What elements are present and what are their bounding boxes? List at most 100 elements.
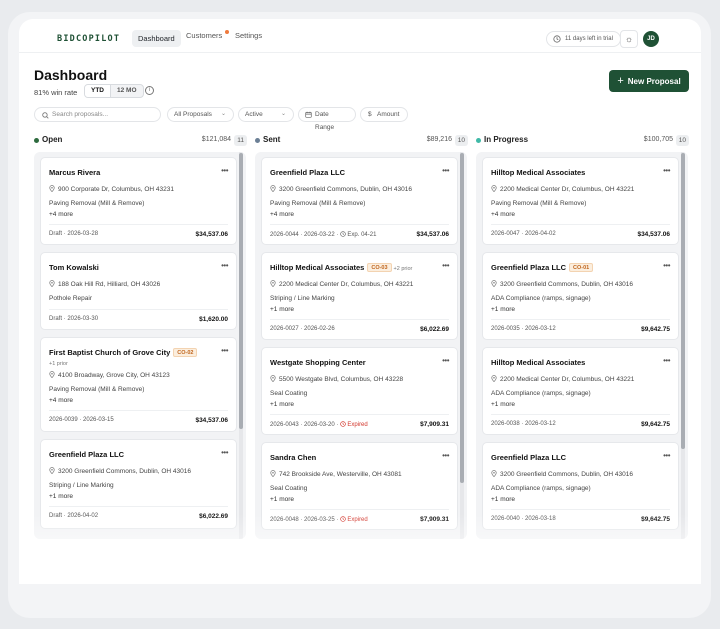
more-options-icon[interactable]: ••• bbox=[221, 166, 228, 175]
scrollbar-thumb[interactable] bbox=[460, 153, 464, 483]
map-pin-icon bbox=[270, 185, 276, 193]
chevron-down-icon: ⌄ bbox=[280, 111, 286, 117]
proposal-card[interactable]: Hilltop Medical Associates ••• 2200 Medi… bbox=[482, 347, 679, 435]
card-more[interactable]: +1 more bbox=[49, 493, 73, 500]
proposal-card[interactable]: Marcus Rivera ••• 900 Corporate Dr, Colu… bbox=[40, 157, 237, 245]
card-amount: $6,022.69 bbox=[199, 513, 228, 520]
top-navigation-bar: BIDCOPILOT Dashboard Customers Settings … bbox=[19, 19, 701, 53]
card-more[interactable]: +4 more bbox=[49, 397, 73, 404]
card-more[interactable]: +1 more bbox=[491, 496, 515, 503]
more-options-icon[interactable]: ••• bbox=[221, 261, 228, 270]
card-divider bbox=[270, 509, 449, 510]
period-12mo[interactable]: 12 MO bbox=[111, 85, 143, 97]
card-more[interactable]: +4 more bbox=[270, 211, 294, 218]
more-options-icon[interactable]: ••• bbox=[221, 448, 228, 457]
card-more[interactable]: +1 more bbox=[491, 401, 515, 408]
scrollbar-thumb[interactable] bbox=[239, 153, 243, 429]
card-divider bbox=[270, 224, 449, 225]
card-address: 3200 Greenfield Commons, Dublin, OH 4301… bbox=[491, 470, 633, 478]
more-options-icon[interactable]: ••• bbox=[221, 346, 228, 355]
card-divider bbox=[491, 414, 670, 415]
column-header-sent: Sent $89,216 10 bbox=[255, 135, 468, 147]
proposal-card[interactable]: Sandra Chen ••• 742 Brookside Ave, Weste… bbox=[261, 442, 458, 530]
date-range-label: Date Range bbox=[315, 111, 335, 131]
nav-settings[interactable]: Settings bbox=[235, 31, 262, 40]
card-amount: $9,642.75 bbox=[641, 516, 670, 523]
nav-customers[interactable]: Customers bbox=[186, 31, 222, 40]
card-amount: $7,909.31 bbox=[420, 516, 449, 523]
card-service: Paving Removal (Mill & Remove) bbox=[491, 200, 587, 207]
info-icon[interactable]: i bbox=[145, 86, 154, 95]
status-dropdown[interactable]: Active ⌄ bbox=[238, 107, 294, 122]
card-address: 5500 Westgate Blvd, Columbus, OH 43228 bbox=[270, 375, 403, 383]
card-service: Striping / Line Marking bbox=[49, 482, 114, 489]
theme-toggle-button[interactable]: ☼ bbox=[620, 30, 638, 48]
plus-icon: + bbox=[617, 75, 624, 87]
status-dot bbox=[34, 138, 39, 143]
more-options-icon[interactable]: ••• bbox=[442, 451, 449, 460]
scrollbar-thumb[interactable] bbox=[681, 153, 685, 449]
proposal-card[interactable]: First Baptist Church of Grove City CO-02 … bbox=[40, 337, 237, 432]
map-pin-icon bbox=[49, 467, 55, 475]
card-more[interactable]: +1 more bbox=[270, 306, 294, 313]
app-logo[interactable]: BIDCOPILOT bbox=[57, 34, 120, 44]
new-proposal-button[interactable]: + New Proposal bbox=[609, 70, 689, 92]
status-dot bbox=[476, 138, 481, 143]
more-options-icon[interactable]: ••• bbox=[663, 451, 670, 460]
card-meta: 2026-0040 · 2026-03-18 bbox=[491, 516, 556, 522]
search-input[interactable] bbox=[52, 109, 152, 120]
card-amount: $34,537.06 bbox=[416, 231, 449, 238]
kanban-column-open[interactable]: Marcus Rivera ••• 900 Corporate Dr, Colu… bbox=[34, 152, 246, 539]
card-amount: $9,642.75 bbox=[641, 326, 670, 333]
column-title: Open bbox=[42, 135, 63, 144]
proposal-type-dropdown[interactable]: All Proposals ⌄ bbox=[167, 107, 234, 122]
card-divider bbox=[49, 224, 228, 225]
proposal-card[interactable]: Greenfield Plaza LLC ••• 3200 Greenfield… bbox=[40, 439, 237, 529]
proposal-card[interactable]: Westgate Shopping Center ••• 5500 Westga… bbox=[261, 347, 458, 435]
more-options-icon[interactable]: ••• bbox=[442, 261, 449, 270]
card-address: 4100 Broadway, Grove City, OH 43123 bbox=[49, 371, 170, 379]
card-title: First Baptist Church of Grove City CO-02 bbox=[49, 348, 198, 357]
kanban-column-in-progress[interactable]: Hilltop Medical Associates ••• 2200 Medi… bbox=[476, 152, 688, 539]
card-more[interactable]: +1 more bbox=[270, 401, 294, 408]
card-meta: 2026-0035 · 2026-03-12 bbox=[491, 326, 556, 332]
card-more[interactable]: +4 more bbox=[491, 211, 515, 218]
card-service: ADA Compliance (ramps, signage) bbox=[491, 295, 591, 302]
expiry-date: Exp. 04-21 bbox=[347, 232, 377, 238]
proposal-card[interactable]: Hilltop Medical Associates CO-03 +2 prior … bbox=[261, 252, 458, 340]
map-pin-icon bbox=[491, 280, 497, 288]
change-order-badge: CO-02 bbox=[173, 348, 198, 357]
more-options-icon[interactable]: ••• bbox=[663, 166, 670, 175]
user-avatar[interactable]: JD bbox=[643, 31, 659, 47]
more-options-icon[interactable]: ••• bbox=[442, 166, 449, 175]
card-address: 188 Oak Hill Rd, Hilliard, OH 43026 bbox=[49, 280, 160, 288]
kanban-column-sent[interactable]: Greenfield Plaza LLC ••• 3200 Greenfield… bbox=[255, 152, 467, 539]
card-more[interactable]: +4 more bbox=[49, 211, 73, 218]
trial-badge[interactable]: 11 days left in trial bbox=[546, 31, 621, 47]
column-title: Sent bbox=[263, 135, 281, 144]
status-dot bbox=[255, 138, 260, 143]
amount-filter[interactable]: $ Amount bbox=[360, 107, 408, 122]
proposal-card[interactable]: Greenfield Plaza LLC ••• 3200 Greenfield… bbox=[482, 442, 679, 530]
proposal-card[interactable]: Hilltop Medical Associates ••• 2200 Medi… bbox=[482, 157, 679, 245]
card-divider bbox=[491, 224, 670, 225]
proposal-card[interactable]: Greenfield Plaza LLC ••• 3200 Greenfield… bbox=[261, 157, 458, 245]
more-options-icon[interactable]: ••• bbox=[663, 261, 670, 270]
card-meta: 2026-0044 · 2026-03-22 · Exp. 04-21 bbox=[270, 231, 377, 238]
date-range-filter[interactable]: Date Range bbox=[298, 107, 356, 131]
proposal-card[interactable]: Greenfield Plaza LLC CO-01 ••• 3200 Green… bbox=[482, 252, 679, 340]
expired-clock-icon bbox=[340, 421, 347, 427]
more-options-icon[interactable]: ••• bbox=[442, 356, 449, 365]
card-more[interactable]: +1 more bbox=[270, 496, 294, 503]
change-order-badge: CO-03 bbox=[367, 263, 392, 272]
search-box[interactable] bbox=[34, 107, 161, 122]
page-title: Dashboard bbox=[34, 67, 108, 83]
new-proposal-label: New Proposal bbox=[627, 76, 681, 86]
more-options-icon[interactable]: ••• bbox=[663, 356, 670, 365]
proposal-card[interactable]: Tom Kowalski ••• 188 Oak Hill Rd, Hillia… bbox=[40, 252, 237, 330]
nav-dashboard[interactable]: Dashboard bbox=[132, 30, 181, 47]
column-count: 10 bbox=[675, 135, 689, 146]
card-more[interactable]: +1 more bbox=[491, 306, 515, 313]
period-ytd[interactable]: YTD bbox=[85, 85, 111, 97]
card-divider bbox=[270, 319, 449, 320]
